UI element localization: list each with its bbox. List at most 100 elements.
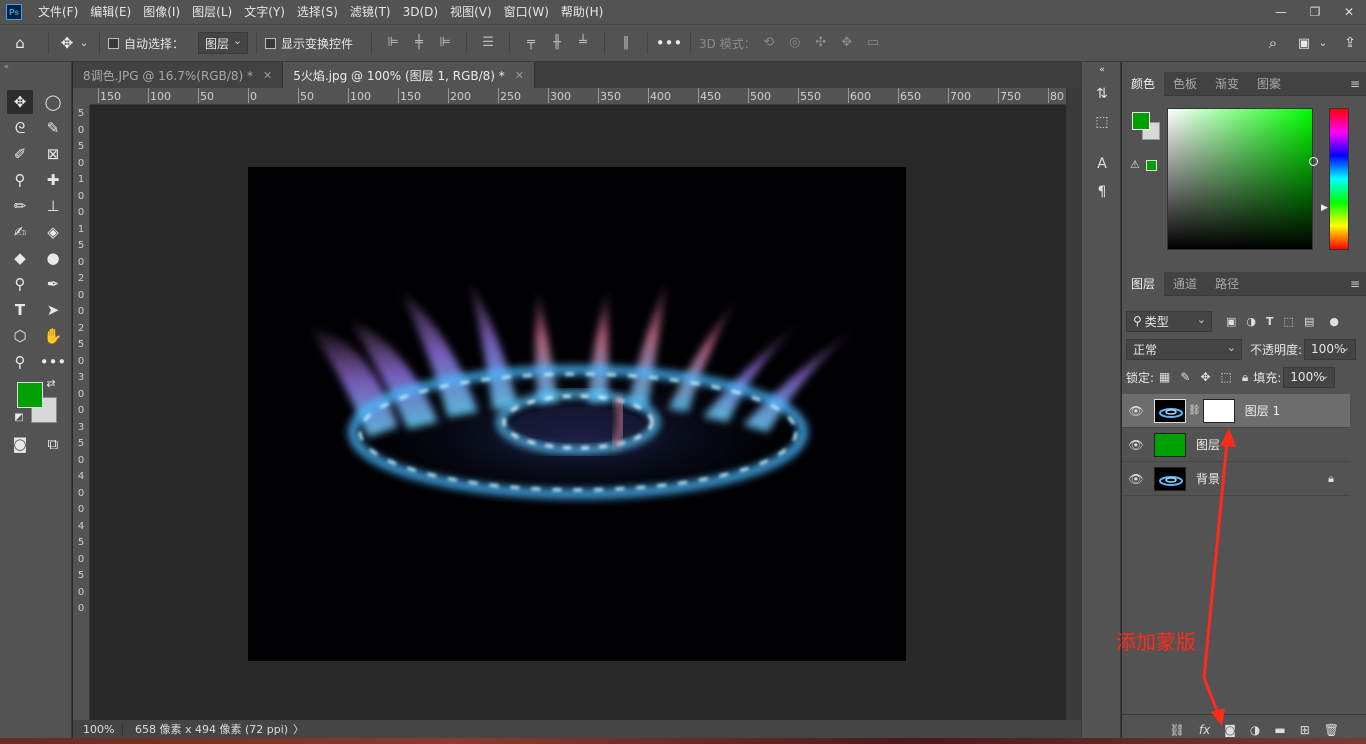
type-tool-icon[interactable]: T bbox=[7, 298, 33, 322]
panel-menu-icon[interactable]: ≡ bbox=[1350, 272, 1360, 296]
close-icon[interactable]: ✕ bbox=[515, 69, 524, 82]
lasso-tool-icon[interactable]: ᘓ bbox=[7, 116, 33, 140]
vertical-scrollbar[interactable] bbox=[1066, 88, 1081, 720]
lock-transparent-icon[interactable]: ▦ bbox=[1159, 370, 1170, 384]
auto-select-dropdown[interactable]: 图层 bbox=[198, 32, 249, 54]
add-mask-icon[interactable]: ◙ bbox=[1224, 723, 1236, 737]
dodge-tool-icon[interactable]: ⚲ bbox=[7, 272, 33, 296]
tab-patterns[interactable]: 图案 bbox=[1248, 72, 1290, 96]
shape-tool-icon[interactable]: ⬡ bbox=[7, 324, 33, 348]
color-picker-circle[interactable] bbox=[1309, 157, 1318, 166]
foreground-color-swatch[interactable] bbox=[17, 382, 43, 408]
blur-tool-icon[interactable]: ● bbox=[40, 246, 66, 270]
home-icon[interactable]: ⌂ bbox=[0, 34, 40, 52]
tab-color[interactable]: 颜色 bbox=[1122, 71, 1165, 96]
layer-row-background[interactable]: 👁︎ 背景 🔒︎ bbox=[1122, 462, 1350, 496]
align-bottom-icon[interactable]: ╧ bbox=[576, 36, 590, 50]
align-top-icon[interactable]: ╤ bbox=[524, 36, 538, 50]
default-colors-icon[interactable]: ◩ bbox=[12, 410, 26, 424]
share-icon[interactable]: ⇪ bbox=[1340, 35, 1360, 51]
tab-channels[interactable]: 通道 bbox=[1164, 272, 1206, 296]
close-window-button[interactable]: ✕ bbox=[1332, 0, 1366, 24]
layer-mask-thumbnail[interactable] bbox=[1202, 398, 1235, 423]
layer-row-layer[interactable]: 👁︎ 图层 bbox=[1122, 428, 1350, 462]
distribute-vertical-icon[interactable]: ‖ bbox=[619, 36, 633, 50]
chevron-down-icon[interactable]: ⌄ bbox=[77, 38, 91, 49]
canvas-area[interactable] bbox=[90, 106, 1066, 720]
workspace-icon[interactable]: ▣ bbox=[1293, 36, 1315, 51]
search-icon[interactable]: ⌕ bbox=[1264, 34, 1282, 52]
new-group-icon[interactable]: ▬ bbox=[1274, 723, 1285, 737]
adjustment-layer-icon[interactable]: ◑ bbox=[1250, 723, 1260, 737]
tab-5-flame[interactable]: 5火焰.jpg @ 100% (图层 1, RGB/8) * ✕ bbox=[283, 62, 536, 88]
zoom-level[interactable]: 100% bbox=[73, 722, 123, 736]
brush-tool-icon[interactable]: ✏ bbox=[7, 194, 33, 218]
filter-shape-icon[interactable]: ⬚ bbox=[1284, 315, 1294, 328]
eyedropper-tool-icon[interactable]: ⚲ bbox=[7, 168, 33, 192]
mask-link-icon[interactable]: ⛓ bbox=[1188, 405, 1201, 416]
expand-panels-icon[interactable]: « bbox=[1092, 60, 1112, 80]
hue-slider-arrow-icon[interactable]: ▶ bbox=[1321, 203, 1328, 213]
more-tools-icon[interactable]: ••• bbox=[40, 350, 67, 374]
pen-tool-icon[interactable]: ✒ bbox=[40, 272, 66, 296]
paint-bucket-tool-icon[interactable]: ◆ bbox=[7, 246, 33, 270]
history-panel-icon[interactable]: ⇅ bbox=[1092, 84, 1112, 104]
lock-image-icon[interactable]: ✎ bbox=[1180, 370, 1190, 384]
fx-icon[interactable]: fx bbox=[1199, 723, 1210, 737]
show-transform-checkbox[interactable] bbox=[265, 37, 277, 49]
delete-layer-icon[interactable]: 🗑︎ bbox=[1324, 723, 1339, 737]
hue-slider[interactable] bbox=[1329, 108, 1349, 250]
align-right-icon[interactable]: ⊫ bbox=[438, 36, 452, 50]
menu-3d[interactable]: 3D(D) bbox=[397, 0, 444, 24]
foreground-color-swatch[interactable] bbox=[1132, 112, 1150, 130]
more-options-icon[interactable]: ••• bbox=[656, 34, 683, 52]
flame-image[interactable] bbox=[248, 167, 906, 661]
visibility-eye-icon[interactable]: 👁︎ bbox=[1122, 404, 1150, 418]
properties-panel-icon[interactable]: ⬚ bbox=[1092, 112, 1112, 132]
minimize-button[interactable]: — bbox=[1264, 0, 1298, 24]
visibility-eye-icon[interactable]: 👁︎ bbox=[1122, 472, 1150, 486]
link-layers-icon[interactable]: ⛓ bbox=[1170, 723, 1185, 737]
filter-toggle-icon[interactable]: ● bbox=[1329, 315, 1339, 328]
menu-type[interactable]: 文字(Y) bbox=[238, 0, 291, 24]
gamut-color-swatch[interactable] bbox=[1146, 160, 1157, 171]
menu-file[interactable]: 文件(F) bbox=[32, 0, 84, 24]
lock-position-icon[interactable]: ✥ bbox=[1200, 370, 1210, 384]
menu-view[interactable]: 视图(V) bbox=[444, 0, 498, 24]
lock-artboard-icon[interactable]: ⬚ bbox=[1221, 370, 1232, 384]
menu-layer[interactable]: 图层(L) bbox=[186, 0, 238, 24]
vertical-ruler[interactable]: 5 0 5 0 1 0 0 1 5 0 2 0 0 2 5 0 3 0 0 3 5 0 4 0 0 4 5 0 5 0 0 bbox=[73, 105, 90, 720]
horizontal-ruler[interactable]: 150 100 50 0 50 100 150 200 250 300 350 400 450 500 55… bbox=[90, 88, 1066, 105]
close-icon[interactable]: ✕ bbox=[263, 69, 272, 82]
restore-button[interactable]: ❐ bbox=[1298, 0, 1332, 24]
tab-8-adjust[interactable]: 8调色.JPG @ 16.7%(RGB/8) * ✕ bbox=[73, 62, 284, 88]
collapse-toolbar-icon[interactable]: « bbox=[0, 62, 71, 72]
menu-edit[interactable]: 编辑(E) bbox=[84, 0, 137, 24]
3d-camera-icon[interactable]: ▭ bbox=[866, 36, 880, 50]
3d-roll-icon[interactable]: ◎ bbox=[788, 36, 802, 50]
menu-window[interactable]: 窗口(W) bbox=[498, 0, 555, 24]
3d-slide-icon[interactable]: ✥ bbox=[840, 36, 854, 50]
tab-layers[interactable]: 图层 bbox=[1122, 271, 1165, 296]
color-field[interactable] bbox=[1167, 108, 1318, 250]
tab-paths[interactable]: 路径 bbox=[1206, 272, 1248, 296]
layer-row-layer1[interactable]: 👁︎ ⛓ 图层 1 bbox=[1122, 394, 1350, 428]
stamp-tool-icon[interactable]: ⊥ bbox=[40, 194, 66, 218]
opacity-field[interactable]: 100% bbox=[1304, 338, 1357, 360]
path-select-tool-icon[interactable]: ➤ bbox=[40, 298, 66, 322]
healing-brush-tool-icon[interactable]: ✚ bbox=[40, 168, 66, 192]
distribute-icon[interactable]: ☰ bbox=[481, 36, 495, 50]
move-tool-icon[interactable]: ✥ bbox=[57, 34, 77, 52]
chevron-down-icon[interactable]: ⌄ bbox=[1317, 38, 1329, 49]
crop-tool-icon[interactable]: ✐ bbox=[7, 142, 33, 166]
menu-select[interactable]: 选择(S) bbox=[291, 0, 344, 24]
filter-adjustment-icon[interactable]: ◑ bbox=[1246, 315, 1256, 328]
zoom-tool-icon[interactable]: ⚲ bbox=[7, 350, 33, 374]
screen-mode-icon[interactable]: ⧉ bbox=[40, 432, 66, 456]
menu-help[interactable]: 帮助(H) bbox=[555, 0, 609, 24]
blend-mode-dropdown[interactable]: 正常 bbox=[1126, 338, 1242, 360]
tab-gradients[interactable]: 渐变 bbox=[1206, 72, 1248, 96]
filter-pixel-icon[interactable]: ▣ bbox=[1226, 315, 1236, 328]
layer-filter-dropdown[interactable]: ⚲ 类型 bbox=[1126, 310, 1212, 332]
menu-filter[interactable]: 滤镜(T) bbox=[344, 0, 397, 24]
